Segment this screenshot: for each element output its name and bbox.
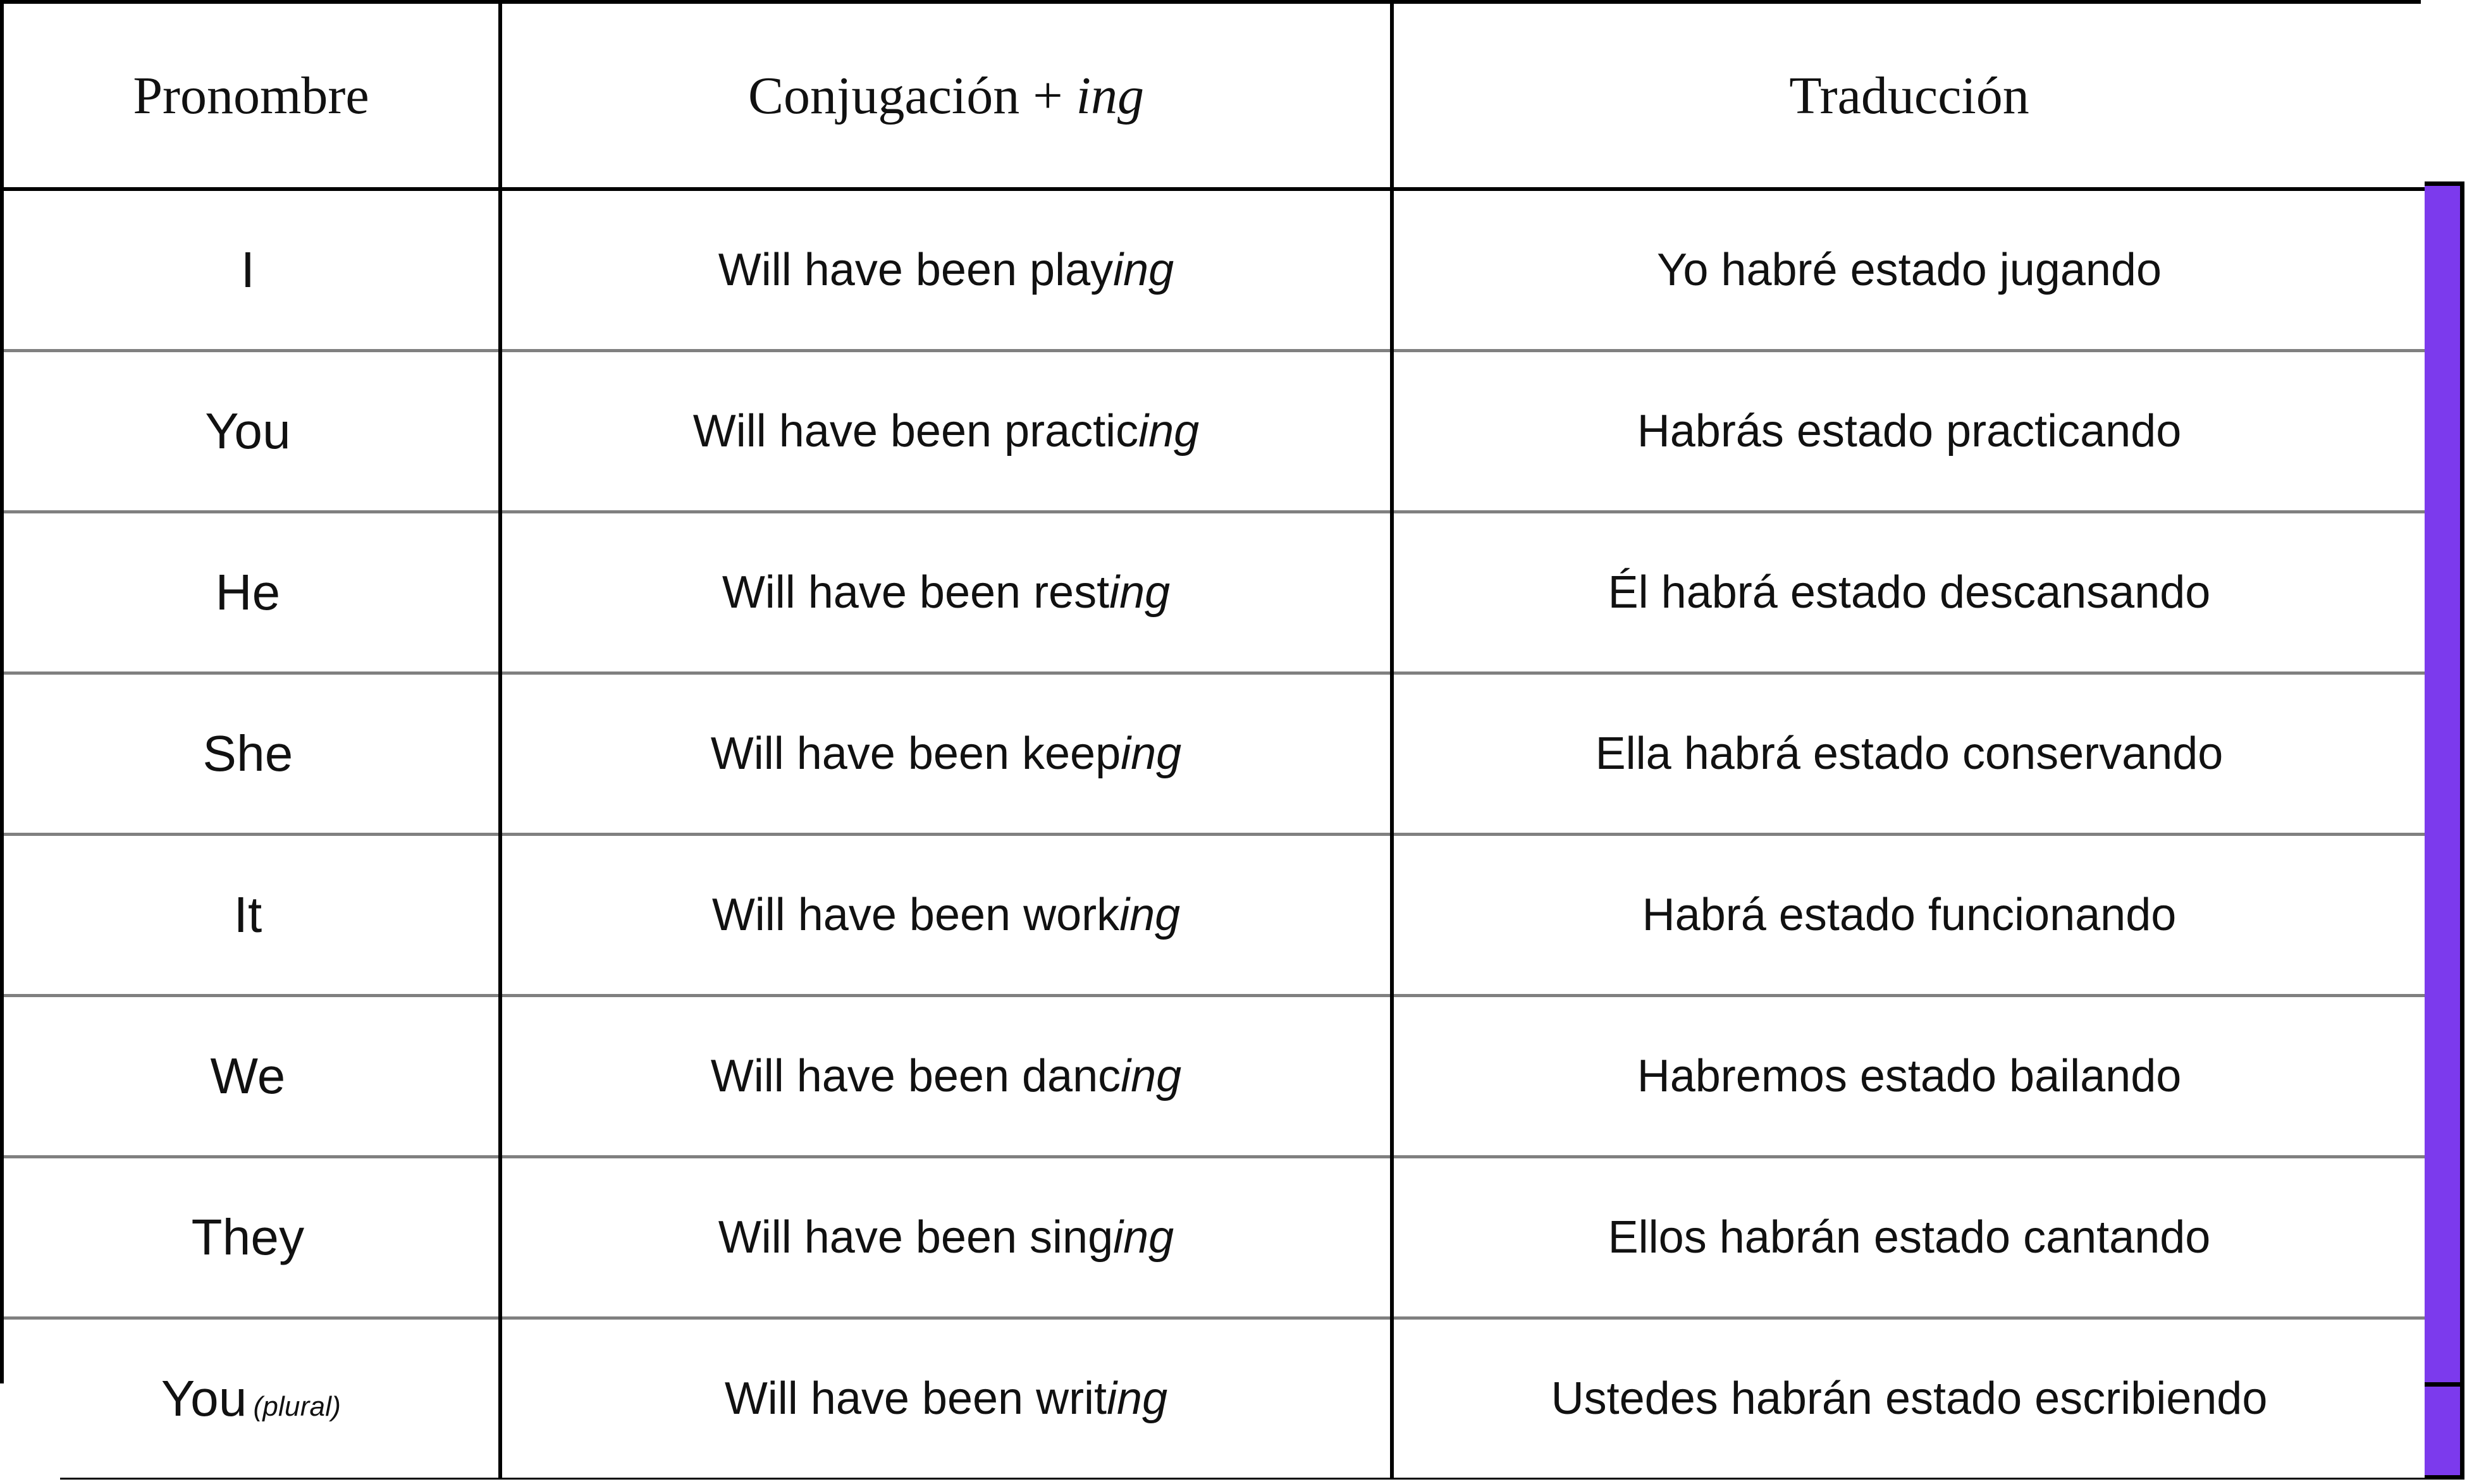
conjugation-stem: Will have been writ [724, 1373, 1107, 1424]
column-header-conjugation: Conjugación + ing [500, 4, 1394, 191]
pronoun-text: They [191, 1209, 305, 1265]
cell-translation: Ustedes habrán estado escribiendo [1392, 1316, 2425, 1478]
conjugation-table: Pronombre Conjugación + ing Traducción I [4, 4, 2425, 1478]
conjugation-ing-suffix: ing [1121, 1051, 1182, 1101]
cell-translation: Habremos estado bailando [1392, 994, 2425, 1157]
cell-pronoun: He [4, 510, 502, 673]
conjugation-ing-suffix: ing [1138, 406, 1200, 457]
translation-text: Ellos habrán estado cantando [1608, 1212, 2211, 1263]
conjugation-stem: Will have been practic [692, 406, 1139, 457]
cell-pronoun: It [4, 833, 502, 996]
table-body: I Will have been playing Yo habré estado… [4, 189, 2425, 1478]
table-row: You (plural) Will have been writing Usted… [4, 1316, 2425, 1478]
column-header-conjugation-label: Conjugación + [748, 66, 1076, 125]
conjugation-stem: Will have been sing [718, 1212, 1114, 1263]
table-canvas: Pronombre Conjugación + ing Traducción I [0, 0, 2467, 1484]
conjugation-stem: Will have been play [718, 245, 1114, 295]
header-row: Pronombre Conjugación + ing Traducción [4, 4, 2425, 191]
table-row: She Will have been keeping Ella habrá es… [4, 671, 2425, 835]
accent-bar-right [2420, 181, 2464, 1480]
translation-text: Yo habré estado jugando [1656, 245, 2162, 295]
conjugation-stem: Will have been keep [710, 728, 1121, 779]
cell-pronoun: I [4, 189, 502, 351]
pronoun-text: You [161, 1370, 247, 1426]
cell-pronoun: You [4, 349, 502, 512]
cell-translation: Habrá estado funcionando [1392, 833, 2425, 996]
cell-conjugation: Will have been playing [500, 189, 1394, 351]
translation-text: Habrás estado practicando [1637, 406, 2182, 457]
column-header-translation: Traducción [1392, 4, 2425, 191]
pronoun-text: You [205, 403, 291, 459]
pronoun-text: She [202, 725, 293, 782]
conjugation-stem: Will have been rest [722, 567, 1110, 618]
pronoun-qualifier: (plural) [253, 1391, 341, 1422]
cell-translation: Ellos habrán estado cantando [1392, 1155, 2425, 1318]
column-header-conjugation-ing: ing [1076, 66, 1144, 125]
cell-pronoun: We [4, 994, 502, 1157]
conjugation-ing-suffix: ing [1113, 245, 1174, 295]
table-row: He Will have been resting Él habrá estad… [4, 510, 2425, 673]
cell-translation: Él habrá estado descansando [1392, 510, 2425, 673]
table-row: We Will have been dancing Habremos estad… [4, 994, 2425, 1157]
cell-conjugation: Will have been keeping [500, 671, 1394, 835]
table-header: Pronombre Conjugación + ing Traducción [4, 4, 2425, 191]
cell-conjugation: Will have been resting [500, 510, 1394, 673]
column-header-pronoun-label: Pronombre [133, 66, 369, 125]
table-row: They Will have been singing Ellos habrán… [4, 1155, 2425, 1318]
cell-conjugation: Will have been singing [500, 1155, 1394, 1318]
cell-conjugation: Will have been working [500, 833, 1394, 996]
conjugation-ing-suffix: ing [1119, 890, 1181, 940]
conjugation-ing-suffix: ing [1121, 728, 1182, 779]
cell-translation: Ella habrá estado conservando [1392, 671, 2425, 835]
conjugation-table-container: Pronombre Conjugación + ing Traducción I [0, 0, 2425, 1478]
cell-pronoun: She [4, 671, 502, 835]
table-row: I Will have been playing Yo habré estado… [4, 189, 2425, 351]
cell-translation: Habrás estado practicando [1392, 349, 2425, 512]
table-row: It Will have been working Habrá estado f… [4, 833, 2425, 996]
conjugation-ing-suffix: ing [1109, 567, 1171, 618]
translation-text: Él habrá estado descansando [1608, 567, 2211, 618]
translation-text: Habremos estado bailando [1637, 1051, 2182, 1101]
table-row: You Will have been practicing Habrás est… [4, 349, 2425, 512]
translation-text: Habrá estado funcionando [1642, 890, 2177, 940]
pronoun-text: It [233, 886, 262, 943]
cell-pronoun: You (plural) [4, 1316, 502, 1478]
conjugation-ing-suffix: ing [1113, 1212, 1174, 1263]
cell-conjugation: Will have been writing [500, 1316, 1394, 1478]
conjugation-stem: Will have been danc [710, 1051, 1121, 1101]
conjugation-ing-suffix: ing [1107, 1373, 1168, 1424]
cell-pronoun: They [4, 1155, 502, 1318]
pronoun-text: We [210, 1048, 286, 1104]
translation-text: Ustedes habrán estado escribiendo [1551, 1373, 2268, 1424]
cell-translation: Yo habré estado jugando [1392, 189, 2425, 351]
column-header-pronoun: Pronombre [4, 4, 502, 191]
cell-conjugation: Will have been dancing [500, 994, 1394, 1157]
conjugation-stem: Will have been work [711, 890, 1120, 940]
pronoun-text: I [240, 242, 255, 298]
translation-text: Ella habrá estado conservando [1595, 728, 2224, 779]
pronoun-text: He [215, 564, 281, 620]
cell-conjugation: Will have been practicing [500, 349, 1394, 512]
column-header-translation-label: Traducción [1789, 66, 2029, 125]
